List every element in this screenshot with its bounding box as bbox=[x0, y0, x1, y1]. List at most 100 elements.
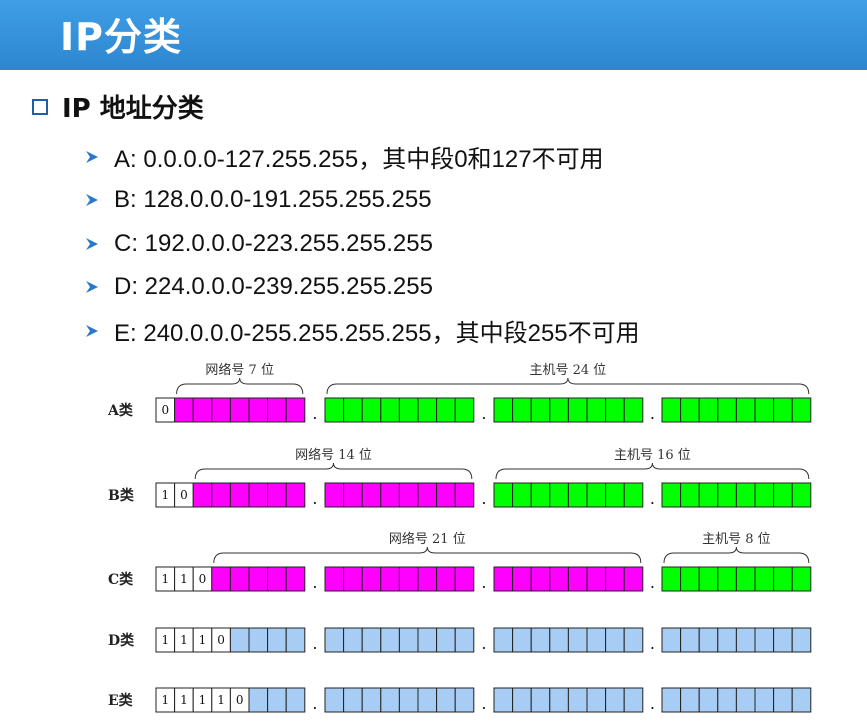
octet-separator: . bbox=[481, 694, 486, 713]
bit-cell bbox=[285, 627, 306, 653]
bit-value: 0 bbox=[199, 572, 207, 586]
bit-cell bbox=[698, 627, 719, 653]
octet-separator: . bbox=[650, 634, 655, 653]
octet-separator: . bbox=[481, 489, 486, 508]
bit-cell bbox=[735, 397, 756, 423]
bit-cell bbox=[493, 397, 514, 423]
class-label: E类 bbox=[108, 692, 134, 709]
bit-cell bbox=[623, 482, 644, 508]
bit-cell bbox=[605, 482, 625, 508]
bit-cell bbox=[605, 687, 625, 713]
bit-cell bbox=[248, 627, 269, 653]
bit-cell bbox=[735, 566, 756, 592]
bit-cell bbox=[661, 566, 682, 592]
class-label: B类 bbox=[108, 487, 135, 504]
bit-cell bbox=[791, 566, 812, 592]
bit-cell bbox=[680, 397, 700, 423]
octet-separator: . bbox=[481, 573, 486, 592]
bit-cell bbox=[530, 566, 551, 592]
bit-cell bbox=[735, 627, 756, 653]
octet-separator: . bbox=[312, 634, 317, 653]
bit-cell bbox=[285, 566, 306, 592]
bit-value: 0 bbox=[161, 403, 169, 417]
bit-cell bbox=[623, 397, 644, 423]
bit-cell bbox=[586, 566, 607, 592]
bit-cell bbox=[549, 566, 569, 592]
bit-cell bbox=[567, 482, 588, 508]
bit-cell bbox=[530, 627, 551, 653]
bit-cell bbox=[398, 687, 419, 713]
bit-cell bbox=[661, 482, 682, 508]
brace-label: 网络号 7 位 bbox=[205, 362, 274, 378]
bit-cell bbox=[436, 566, 456, 592]
octet-separator: . bbox=[312, 489, 317, 508]
bit-cell bbox=[361, 627, 382, 653]
bit-cell bbox=[248, 482, 269, 508]
bit-cell bbox=[791, 397, 812, 423]
bit-cell bbox=[623, 627, 644, 653]
brace-label: 主机号 16 位 bbox=[614, 448, 691, 463]
bit-cell bbox=[248, 687, 269, 713]
bit-cell bbox=[530, 482, 551, 508]
bit-cell bbox=[343, 627, 363, 653]
bit-cell bbox=[512, 566, 532, 592]
bit-cell bbox=[285, 397, 306, 423]
brace bbox=[194, 462, 473, 480]
bit-cell bbox=[717, 627, 737, 653]
bit-cell bbox=[530, 397, 551, 423]
bit-cell bbox=[229, 566, 250, 592]
bit-cell bbox=[436, 397, 456, 423]
bit-cell bbox=[398, 482, 419, 508]
bit-cell bbox=[567, 627, 588, 653]
bit-cell bbox=[454, 627, 475, 653]
bit-cell bbox=[680, 627, 700, 653]
bit-cell bbox=[717, 566, 737, 592]
bit-cell bbox=[680, 566, 700, 592]
bit-cell bbox=[324, 397, 345, 423]
bit-cell bbox=[229, 482, 250, 508]
bit-cell bbox=[454, 566, 475, 592]
bit-value: 1 bbox=[217, 693, 225, 707]
bit-cell bbox=[324, 566, 345, 592]
bit-cell bbox=[398, 566, 419, 592]
bit-cell bbox=[698, 482, 719, 508]
bit-cell bbox=[717, 482, 737, 508]
bit-cell bbox=[680, 687, 700, 713]
bit-cell bbox=[267, 397, 287, 423]
bit-cell bbox=[623, 687, 644, 713]
brace bbox=[213, 546, 642, 564]
bit-cell bbox=[398, 397, 419, 423]
bit-cell bbox=[735, 687, 756, 713]
bit-cell bbox=[192, 397, 213, 423]
bit-cell bbox=[343, 687, 363, 713]
bit-cell bbox=[512, 397, 532, 423]
bit-cell bbox=[267, 627, 287, 653]
octet-separator: . bbox=[650, 489, 655, 508]
bit-cell bbox=[417, 687, 438, 713]
bit-cell bbox=[454, 687, 475, 713]
brace-label: 主机号 8 位 bbox=[702, 532, 771, 547]
bit-cell bbox=[285, 687, 306, 713]
brace-label: 主机号 24 位 bbox=[529, 363, 606, 378]
octet-separator: . bbox=[481, 634, 486, 653]
bit-cell bbox=[735, 482, 756, 508]
bit-cell bbox=[211, 482, 231, 508]
bit-cell bbox=[698, 566, 719, 592]
bit-cell bbox=[398, 627, 419, 653]
class-label: D类 bbox=[108, 632, 135, 649]
bit-cell bbox=[661, 397, 682, 423]
bit-cell bbox=[229, 627, 250, 653]
bit-cell bbox=[417, 566, 438, 592]
bit-cell bbox=[567, 687, 588, 713]
bit-cell bbox=[248, 397, 269, 423]
bit-cell bbox=[530, 687, 551, 713]
bit-cell bbox=[343, 566, 363, 592]
bit-value: 1 bbox=[180, 572, 188, 586]
bit-cell bbox=[549, 627, 569, 653]
bit-cell bbox=[267, 687, 287, 713]
bit-cell bbox=[436, 482, 456, 508]
bit-cell bbox=[417, 397, 438, 423]
bit-cell bbox=[605, 566, 625, 592]
bit-cell bbox=[773, 627, 793, 653]
bit-cell bbox=[174, 397, 194, 423]
